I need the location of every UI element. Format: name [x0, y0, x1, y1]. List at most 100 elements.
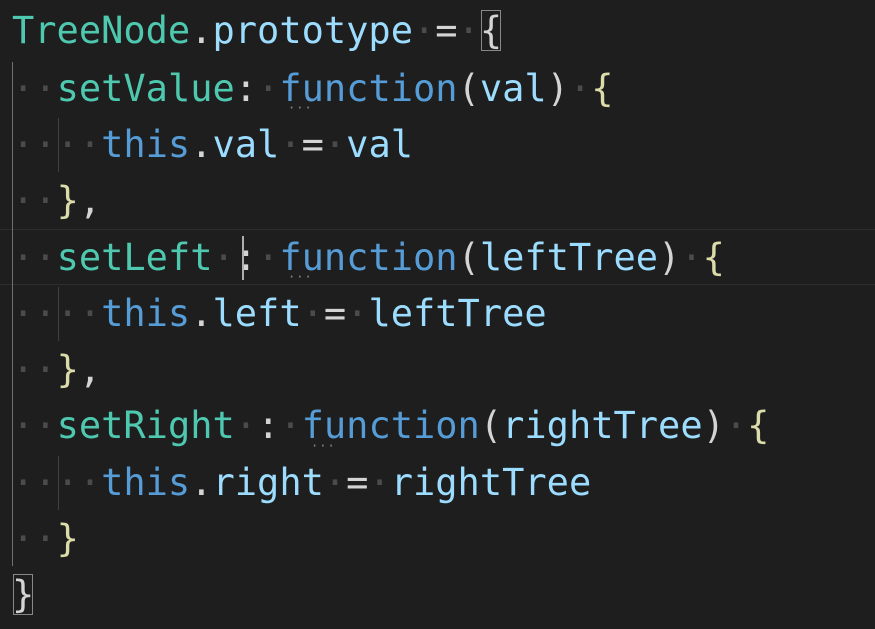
whitespace-marker: ·: [279, 404, 302, 447]
code-line-11[interactable]: }: [0, 567, 875, 623]
code-token: prototype: [212, 9, 413, 52]
code-token: ,: [78, 348, 102, 391]
whitespace-marker: ·: [323, 461, 347, 504]
code-token: }: [56, 348, 79, 391]
code-line-text: ··}: [12, 511, 79, 567]
code-token: {: [591, 67, 614, 110]
code-line-9[interactable]: ····this.right·=·rightTree: [0, 455, 875, 511]
whitespace-marker: ·: [457, 9, 480, 52]
code-line-4[interactable]: ··},: [0, 173, 875, 229]
code-line-text: ····this.right·=·rightTree: [12, 455, 591, 511]
code-line-text: ··setRight·:·function(rightTree)·{: [12, 398, 769, 454]
code-token: =: [346, 461, 369, 504]
code-line-3[interactable]: ····this.val·=·val: [0, 117, 875, 173]
code-token: ): [702, 404, 725, 447]
code-token: =: [323, 292, 347, 335]
whitespace-marker: ··: [12, 404, 57, 447]
indent-guide-setleft: [58, 287, 59, 341]
whitespace-marker: ····: [12, 123, 102, 166]
code-line-text: ··setValue:·function(val)·{: [12, 61, 614, 117]
code-token: leftTree: [479, 236, 659, 279]
code-line-text: ··setLeft·:·function(leftTree)·{: [12, 230, 725, 286]
indent-guide-setvalue: [58, 118, 59, 172]
code-token: rightTree: [390, 461, 592, 504]
whitespace-marker: ····: [12, 461, 102, 504]
whitespace-marker: ·: [680, 236, 703, 279]
whitespace-marker: ·: [257, 236, 280, 279]
code-line-6[interactable]: ····this.left·=·leftTree: [0, 286, 875, 342]
code-token: this: [101, 292, 191, 335]
code-line-1[interactable]: TreeNode.prototype·=·{: [0, 3, 875, 59]
code-line-10[interactable]: ··}: [0, 511, 875, 567]
code-token: }: [12, 573, 35, 616]
whitespace-marker: ··: [12, 236, 57, 279]
code-token: :: [257, 404, 280, 447]
code-editor[interactable]: TreeNode.prototype·=·{ ··setValue:·funct…: [0, 0, 875, 629]
hint-dots-icon[interactable]: ···: [288, 102, 313, 114]
indent-guide-setright: [58, 456, 59, 510]
code-token: :: [234, 67, 258, 110]
code-line-8[interactable]: ··setRight·:·function(rightTree)·{: [0, 398, 875, 454]
whitespace-marker: ·: [346, 292, 369, 335]
whitespace-marker: ··: [12, 517, 57, 560]
code-token: setValue: [56, 67, 235, 110]
code-token: :: [234, 236, 258, 279]
code-token: setRight: [56, 404, 235, 447]
code-token: val: [346, 123, 413, 166]
code-token: left: [212, 292, 302, 335]
code-token: setLeft: [56, 236, 213, 279]
code-token: leftTree: [368, 292, 547, 335]
whitespace-marker: ·: [412, 9, 436, 52]
code-line-text: ··},: [12, 342, 101, 398]
code-line-text: }: [12, 567, 34, 623]
code-token: right: [212, 461, 324, 504]
code-token: ): [546, 67, 569, 110]
code-line-text: ····this.val·=·val: [12, 117, 413, 173]
indent-guide-outer: [12, 62, 13, 566]
hint-dots-icon[interactable]: ···: [311, 440, 336, 452]
whitespace-marker: ·: [724, 404, 748, 447]
code-token: }: [56, 179, 79, 222]
whitespace-marker: ··: [12, 179, 57, 222]
code-token: ): [658, 236, 681, 279]
whitespace-marker: ·: [323, 123, 347, 166]
code-token: {: [747, 404, 770, 447]
code-token: .: [190, 9, 213, 52]
whitespace-marker: ·: [257, 67, 280, 110]
text-cursor: [242, 236, 244, 280]
code-token: }: [56, 517, 79, 560]
code-token: TreeNode: [12, 9, 191, 52]
code-token: (: [457, 236, 480, 279]
code-token: {: [702, 236, 725, 279]
code-line-text: TreeNode.prototype·=·{: [12, 3, 502, 59]
code-token: {: [479, 9, 503, 52]
whitespace-marker: ··: [12, 348, 57, 391]
code-line-text: ··},: [12, 173, 101, 229]
code-token: rightTree: [502, 404, 703, 447]
hint-dots-icon[interactable]: ···: [288, 271, 313, 283]
whitespace-marker: ····: [12, 292, 102, 335]
code-token: (: [479, 404, 503, 447]
code-line-7[interactable]: ··},: [0, 342, 875, 398]
code-token: .: [190, 461, 213, 504]
whitespace-marker: ··: [12, 67, 57, 110]
whitespace-marker: ·: [301, 292, 324, 335]
whitespace-marker: ·: [368, 461, 391, 504]
code-line-5-current[interactable]: ··setLeft·:·function(leftTree)·{: [0, 229, 875, 285]
code-token: .: [190, 292, 213, 335]
code-token: this: [101, 461, 191, 504]
code-token: val: [479, 67, 547, 110]
code-token: =: [301, 123, 324, 166]
code-token: this: [101, 123, 191, 166]
code-line-2[interactable]: ··setValue:·function(val)·{: [0, 61, 875, 117]
code-token: ,: [78, 179, 102, 222]
code-token: val: [212, 123, 280, 166]
whitespace-marker: ·: [212, 236, 235, 279]
code-token: =: [435, 9, 458, 52]
whitespace-marker: ·: [234, 404, 258, 447]
code-token: .: [190, 123, 213, 166]
whitespace-marker: ·: [279, 123, 302, 166]
code-token: (: [457, 67, 480, 110]
code-line-text: ····this.left·=·leftTree: [12, 286, 547, 342]
whitespace-marker: ·: [568, 67, 592, 110]
